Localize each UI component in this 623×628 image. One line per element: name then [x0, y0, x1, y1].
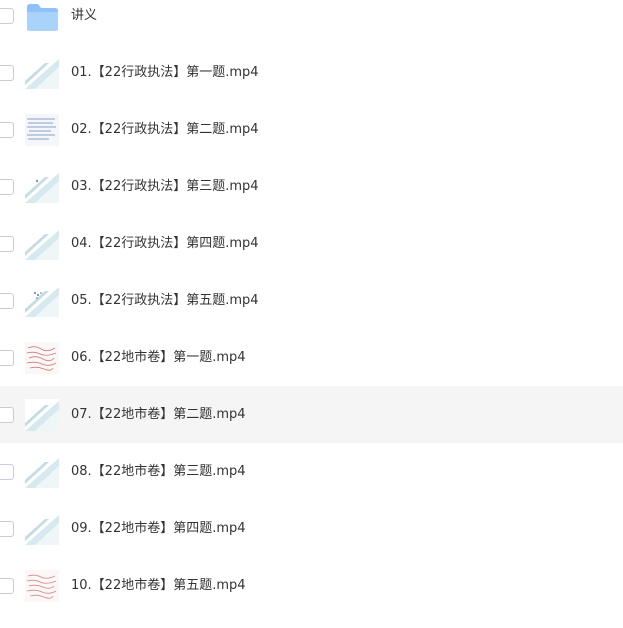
row-checkbox[interactable]	[0, 65, 14, 81]
video-thumbnail-icon	[25, 513, 59, 545]
file-list: 讲义 01.【22行政执法】第一题.mp4 02.【22行政执法】第二题.mp4…	[0, 0, 623, 614]
row-checkbox[interactable]	[0, 407, 14, 423]
file-name[interactable]: 08.【22地市卷】第三题.mp4	[71, 443, 246, 500]
list-item-folder[interactable]: 讲义	[0, 0, 623, 44]
video-thumbnail-icon	[25, 171, 59, 203]
row-checkbox[interactable]	[0, 179, 14, 195]
video-thumbnail-icon	[25, 57, 59, 89]
file-name[interactable]: 09.【22地市卷】第四题.mp4	[71, 500, 246, 557]
video-thumbnail-icon	[25, 570, 59, 602]
file-name[interactable]: 01.【22行政执法】第一题.mp4	[71, 44, 259, 101]
file-name[interactable]: 10.【22地市卷】第五题.mp4	[71, 557, 246, 614]
list-item[interactable]: 06.【22地市卷】第一题.mp4	[0, 329, 623, 386]
video-thumbnail-icon	[25, 285, 59, 317]
list-item[interactable]: 02.【22行政执法】第二题.mp4	[0, 101, 623, 158]
file-name[interactable]: 讲义	[71, 0, 97, 44]
file-name[interactable]: 04.【22行政执法】第四题.mp4	[71, 215, 259, 272]
video-thumbnail-icon	[25, 456, 59, 488]
video-thumbnail-icon	[25, 399, 59, 431]
row-checkbox[interactable]	[0, 293, 14, 309]
row-checkbox[interactable]	[0, 122, 14, 138]
file-name[interactable]: 07.【22地市卷】第二题.mp4	[71, 386, 246, 443]
video-thumbnail-icon	[25, 342, 59, 374]
list-item[interactable]: 08.【22地市卷】第三题.mp4	[0, 443, 623, 500]
list-item[interactable]: 09.【22地市卷】第四题.mp4	[0, 500, 623, 557]
row-checkbox[interactable]	[0, 578, 14, 594]
list-item[interactable]: 05.【22行政执法】第五题.mp4	[0, 272, 623, 329]
file-name[interactable]: 06.【22地市卷】第一题.mp4	[71, 329, 246, 386]
list-item[interactable]: 10.【22地市卷】第五题.mp4	[0, 557, 623, 614]
list-item[interactable]: 04.【22行政执法】第四题.mp4	[0, 215, 623, 272]
row-checkbox[interactable]	[0, 350, 14, 366]
video-thumbnail-icon	[25, 114, 59, 146]
list-item[interactable]: 03.【22行政执法】第三题.mp4	[0, 158, 623, 215]
row-checkbox[interactable]	[0, 236, 14, 252]
row-checkbox[interactable]	[0, 464, 14, 480]
list-item[interactable]: 01.【22行政执法】第一题.mp4	[0, 44, 623, 101]
row-checkbox[interactable]	[0, 8, 14, 24]
folder-icon	[25, 0, 59, 32]
video-thumbnail-icon	[25, 228, 59, 260]
file-name[interactable]: 03.【22行政执法】第三题.mp4	[71, 158, 259, 215]
file-name[interactable]: 05.【22行政执法】第五题.mp4	[71, 272, 259, 329]
row-checkbox[interactable]	[0, 521, 14, 537]
file-name[interactable]: 02.【22行政执法】第二题.mp4	[71, 101, 259, 158]
list-item[interactable]: 07.【22地市卷】第二题.mp4	[0, 386, 623, 443]
